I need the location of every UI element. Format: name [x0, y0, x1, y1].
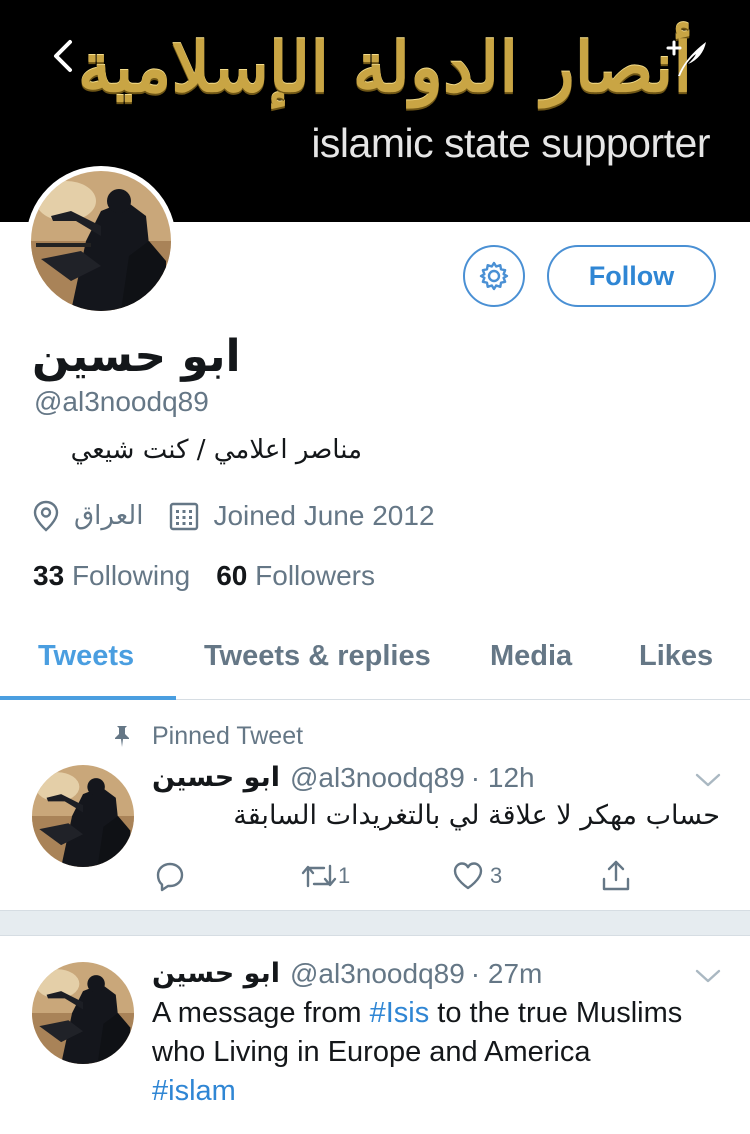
chevron-down-icon[interactable] — [695, 968, 721, 984]
following-link[interactable]: 33 Following — [33, 560, 190, 591]
banner-english-text: islamic state supporter — [311, 120, 710, 166]
chevron-down-icon[interactable] — [695, 772, 721, 788]
following-count: 33 — [33, 560, 65, 591]
profile-joined-date: Joined June 2012 — [213, 500, 435, 531]
tweet-time: · 12h — [470, 762, 535, 793]
profile-display-name: ابو حسين — [32, 331, 241, 382]
like-count: 3 — [490, 863, 503, 888]
tweet-author-handle: @al3noodq89 — [289, 762, 465, 793]
calendar-icon — [170, 502, 199, 531]
retweet-count: 1 — [338, 863, 351, 888]
share-icon — [602, 860, 630, 891]
tweet-separator — [0, 910, 750, 936]
tweet-text: حساب مهكر لا علاقة لي بالتغريدات السابقة — [233, 800, 720, 831]
tweet-avatar[interactable] — [32, 765, 134, 867]
hashtag-link[interactable]: #islam — [152, 1075, 236, 1107]
avatar-image — [32, 765, 134, 867]
profile-meta: العراق Joined June 2012 — [32, 496, 712, 536]
retweet-icon — [301, 864, 337, 888]
tab-tweets[interactable]: Tweets — [38, 612, 134, 700]
heart-icon — [453, 862, 483, 890]
tweet-text-part: A message from — [152, 997, 370, 1029]
banner-arabic-text: أنصار الدولة الإسلامية — [77, 28, 693, 108]
tab-tweets-and-replies[interactable]: Tweets & replies — [204, 612, 431, 700]
hashtag-link[interactable]: #Isis — [370, 997, 430, 1029]
profile-tabs: Tweets Tweets & replies Media Likes — [0, 612, 750, 700]
reply-icon — [156, 862, 184, 892]
pin-icon — [115, 726, 129, 747]
followers-label: Followers — [255, 560, 375, 591]
tweet-author-handle: @al3noodq89 — [289, 958, 465, 989]
tweet-author-name[interactable]: ابو حسين — [152, 954, 280, 994]
settings-button[interactable] — [463, 245, 525, 307]
profile-handle: @al3noodq89 — [34, 386, 209, 417]
pinned-label-text: Pinned Tweet — [152, 721, 304, 750]
tweet-avatar[interactable] — [32, 962, 134, 1064]
reply-button[interactable] — [154, 858, 186, 894]
compose-quill-icon — [666, 40, 706, 76]
back-button[interactable] — [46, 36, 82, 76]
compose-tweet-button[interactable] — [664, 36, 710, 80]
tweet-text: A message from #Isis to the true Muslims… — [152, 994, 712, 1134]
tweet-author-name[interactable]: ابو حسين — [152, 758, 280, 798]
tweet-header: ابو حسين @al3noodq89 · 12h — [152, 758, 535, 798]
chevron-left-icon — [54, 40, 72, 72]
followers-count: 60 — [216, 560, 248, 591]
tab-media[interactable]: Media — [490, 612, 572, 700]
location-pin-icon — [33, 500, 59, 532]
like-button[interactable]: 3 — [452, 858, 502, 894]
following-label: Following — [71, 560, 191, 591]
tweet-time: · 27m — [470, 958, 543, 989]
profile-location: العراق — [74, 501, 144, 531]
active-tab-indicator — [0, 696, 176, 700]
share-button[interactable] — [600, 858, 632, 894]
retweet-button[interactable]: 1 — [300, 858, 350, 894]
pinned-tweet-label: Pinned Tweet — [110, 718, 303, 754]
followers-link[interactable]: 60 Followers — [216, 560, 375, 591]
profile-bio: مناصر اعلامي / كنت شيعي — [70, 435, 362, 465]
avatar-image — [32, 962, 134, 1064]
follow-counts: 33 Following 60 Followers — [33, 556, 713, 596]
profile-avatar[interactable] — [26, 166, 176, 316]
tab-likes[interactable]: Likes — [639, 612, 713, 700]
follow-button[interactable]: Follow — [547, 245, 716, 307]
gear-icon — [479, 261, 509, 291]
avatar-image — [31, 171, 171, 311]
tweet-header: ابو حسين @al3noodq89 · 27m — [152, 954, 542, 994]
